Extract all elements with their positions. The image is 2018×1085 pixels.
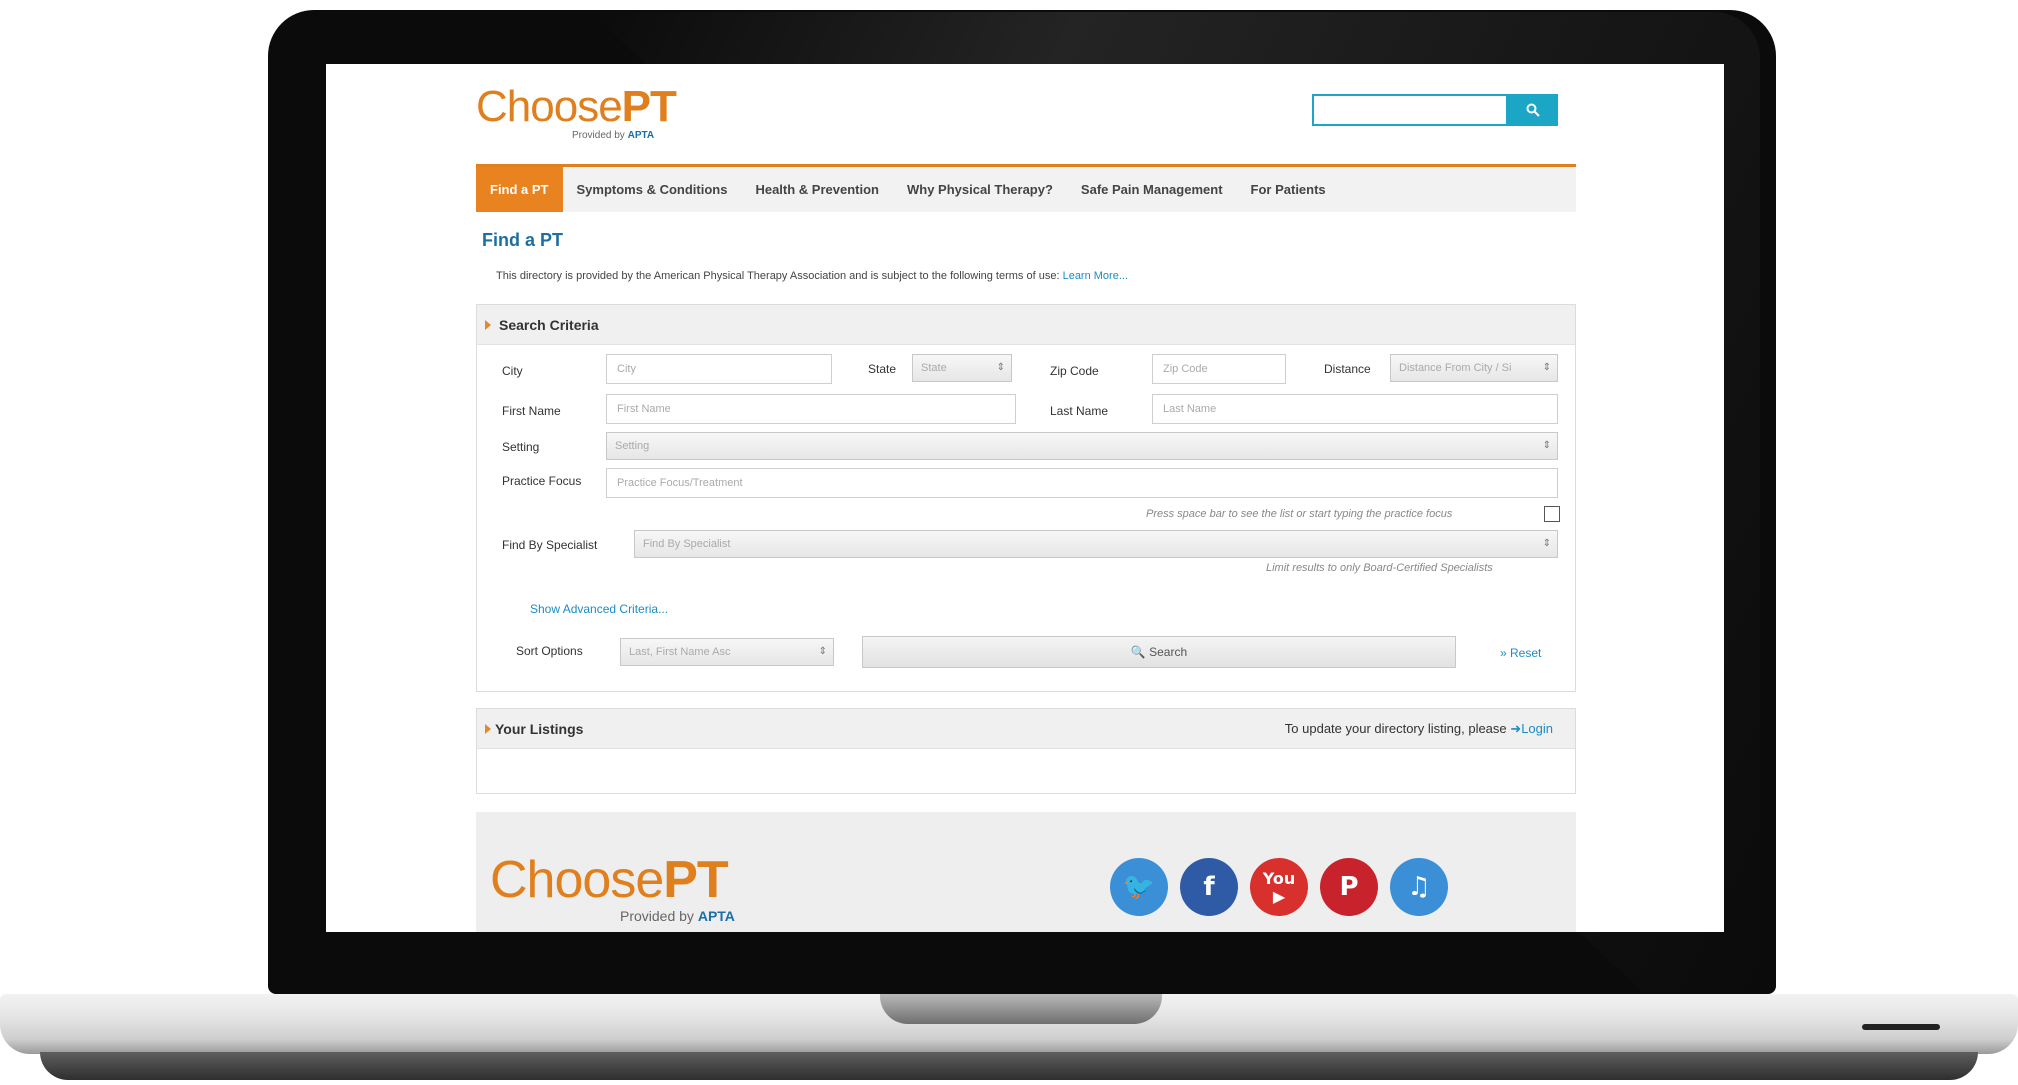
select-caret-icon: ⇕ bbox=[1542, 362, 1551, 373]
distance-select[interactable]: Distance From City / Si ⇕ bbox=[1390, 354, 1558, 382]
laptop-base-bottom bbox=[40, 1052, 1978, 1080]
youtube-icon[interactable]: You ▶ bbox=[1250, 858, 1308, 916]
footer-logo-light: Choose bbox=[490, 851, 664, 909]
show-advanced-criteria-link[interactable]: Show Advanced Criteria... bbox=[530, 602, 668, 616]
your-listings-title: Your Listings bbox=[495, 721, 584, 737]
your-listings-panel: Your Listings To update your directory l… bbox=[476, 708, 1576, 794]
find-by-specialist-label: Find By Specialist bbox=[502, 538, 598, 552]
listing-update-text: To update your directory listing, please bbox=[1284, 721, 1507, 736]
specialist-hint: Limit results to only Board-Certified Sp… bbox=[1266, 562, 1493, 574]
site-search-button[interactable] bbox=[1508, 94, 1558, 126]
learn-more-link[interactable]: Learn More... bbox=[1063, 270, 1128, 282]
login-link-label: Login bbox=[1521, 721, 1553, 736]
practice-focus-hint: Press space bar to see the list or start… bbox=[1146, 508, 1453, 520]
city-field[interactable]: City bbox=[606, 354, 832, 384]
footer: ChoosePT Provided by APTA 🐦 f You ▶ P ♫ bbox=[476, 812, 1576, 932]
terms-sentence: This directory is provided by the Americ… bbox=[496, 270, 1060, 282]
first-name-label: First Name bbox=[502, 404, 561, 418]
main-nav: Find a PT Symptoms & Conditions Health &… bbox=[476, 164, 1576, 212]
your-listings-header[interactable]: Your Listings To update your directory l… bbox=[477, 709, 1575, 749]
distance-select-value: Distance From City / Si bbox=[1399, 362, 1512, 374]
zip-code-label: Zip Code bbox=[1050, 364, 1099, 378]
music-icon[interactable]: ♫ bbox=[1390, 858, 1448, 916]
last-name-field[interactable]: Last Name bbox=[1152, 394, 1558, 424]
select-caret-icon: ⇕ bbox=[818, 646, 827, 657]
terms-text: This directory is provided by the Americ… bbox=[496, 270, 1128, 282]
laptop-screen: ChoosePT Provided by APTA Find a PT Symp… bbox=[326, 64, 1724, 932]
city-label: City bbox=[502, 364, 523, 378]
magnifier-icon: 🔍 bbox=[1130, 645, 1146, 659]
search-button[interactable]: 🔍 Search bbox=[862, 636, 1456, 668]
facebook-icon[interactable]: f bbox=[1180, 858, 1238, 916]
laptop-hinge-notch bbox=[880, 994, 1162, 1024]
setting-label: Setting bbox=[502, 440, 540, 454]
listing-update-note: To update your directory listing, please… bbox=[1285, 721, 1553, 737]
footer-logo-bold: PT bbox=[663, 851, 728, 909]
practice-focus-label: Practice Focus bbox=[502, 474, 582, 488]
nav-why-physical-therapy[interactable]: Why Physical Therapy? bbox=[893, 167, 1067, 212]
login-arrow-icon: ➜ bbox=[1510, 721, 1522, 736]
expand-arrow-icon bbox=[485, 724, 491, 734]
last-name-label: Last Name bbox=[1050, 404, 1109, 418]
search-criteria-header[interactable]: Search Criteria bbox=[477, 305, 1575, 345]
sort-select-value: Last, First Name Asc bbox=[629, 646, 731, 658]
sort-options-select[interactable]: Last, First Name Asc ⇕ bbox=[620, 638, 834, 666]
nav-symptoms-conditions[interactable]: Symptoms & Conditions bbox=[563, 167, 742, 212]
state-select-value: State bbox=[921, 362, 947, 374]
logo-light: Choose bbox=[476, 82, 623, 131]
logo-bold: PT bbox=[621, 82, 677, 131]
practice-focus-checkbox[interactable] bbox=[1544, 506, 1560, 522]
logo-sub-brand: APTA bbox=[627, 130, 655, 141]
setting-select-value: Setting bbox=[615, 440, 650, 452]
nav-safe-pain-management[interactable]: Safe Pain Management bbox=[1067, 167, 1237, 212]
expand-arrow-icon bbox=[485, 320, 491, 330]
state-label: State bbox=[868, 362, 897, 376]
sort-options-label: Sort Options bbox=[516, 644, 583, 658]
footer-logo[interactable]: ChoosePT Provided by APTA bbox=[490, 850, 735, 924]
footer-logo-sub-brand: APTA bbox=[697, 908, 735, 924]
nav-health-prevention[interactable]: Health & Prevention bbox=[741, 167, 893, 212]
twitter-icon[interactable]: 🐦 bbox=[1110, 858, 1168, 916]
zip-code-field[interactable]: Zip Code bbox=[1152, 354, 1286, 384]
search-criteria-title: Search Criteria bbox=[499, 317, 599, 333]
select-caret-icon: ⇕ bbox=[996, 362, 1005, 373]
search-button-label: Search bbox=[1149, 645, 1188, 659]
specialist-select[interactable]: Find By Specialist ⇕ bbox=[634, 530, 1558, 558]
page-title: Find a PT bbox=[482, 230, 563, 250]
setting-select[interactable]: Setting ⇕ bbox=[606, 432, 1558, 460]
reset-link[interactable]: » Reset bbox=[1500, 646, 1541, 660]
footer-logo-provided-by: Provided by APTA bbox=[620, 908, 735, 924]
logo-sub-prefix: Provided by bbox=[572, 130, 625, 141]
laptop-indicator bbox=[1862, 1024, 1940, 1030]
reset-link-label: Reset bbox=[1510, 646, 1542, 660]
footer-logo-sub-prefix: Provided by bbox=[620, 908, 694, 924]
footer-logo-wordmark: ChoosePT bbox=[490, 850, 729, 910]
web-page: ChoosePT Provided by APTA Find a PT Symp… bbox=[476, 64, 1576, 932]
distance-label: Distance bbox=[1324, 362, 1371, 376]
nav-for-patients[interactable]: For Patients bbox=[1237, 167, 1340, 212]
logo-provided-by: Provided by APTA bbox=[572, 130, 654, 141]
choosept-logo[interactable]: ChoosePT Provided by APTA bbox=[476, 82, 677, 141]
login-link[interactable]: ➜Login bbox=[1510, 721, 1553, 736]
state-select[interactable]: State ⇕ bbox=[912, 354, 1012, 382]
logo-wordmark: ChoosePT bbox=[476, 82, 677, 132]
practice-focus-field[interactable]: Practice Focus/Treatment bbox=[606, 468, 1558, 498]
search-icon bbox=[1526, 103, 1540, 117]
nav-find-a-pt[interactable]: Find a PT bbox=[476, 167, 563, 212]
select-caret-icon: ⇕ bbox=[1542, 440, 1551, 451]
first-name-field[interactable]: First Name bbox=[606, 394, 1016, 424]
pinterest-icon[interactable]: P bbox=[1320, 858, 1378, 916]
select-caret-icon: ⇕ bbox=[1542, 538, 1551, 549]
site-search-input[interactable] bbox=[1312, 94, 1508, 126]
specialist-select-value: Find By Specialist bbox=[643, 538, 731, 550]
